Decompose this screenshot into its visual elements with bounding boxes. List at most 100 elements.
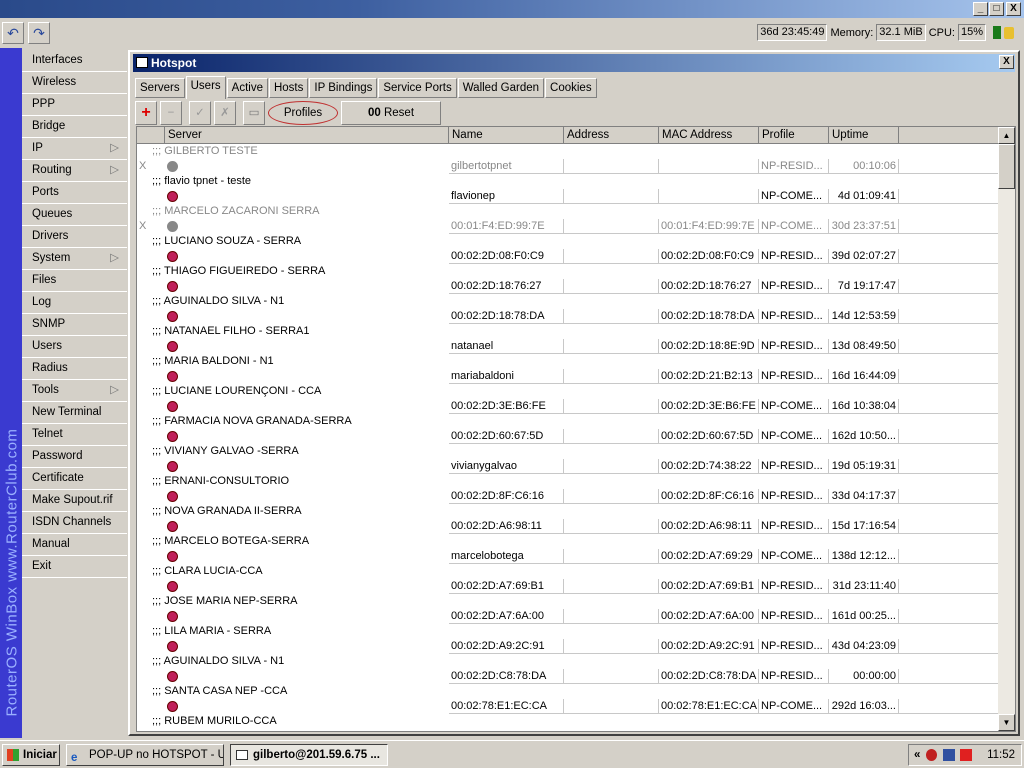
table-row[interactable]: Xgilbertotpnet NP-RESID... 00:10:06 (137, 159, 999, 174)
cell-profile: NP-RESID... (759, 249, 829, 264)
cell-profile: NP-COME... (759, 549, 829, 564)
cell-uptime: 14d 12:53:59 (829, 309, 899, 324)
tab-servers[interactable]: Servers (135, 78, 185, 98)
column-header-server[interactable]: Server (165, 127, 449, 144)
table-row[interactable]: mariabaldoni 00:02:2D:21:B2:13 NP-RESID...… (137, 369, 999, 384)
sidebar-item-snmp[interactable]: SNMP (22, 314, 127, 336)
start-button[interactable]: Iniciar (2, 744, 60, 766)
taskbar-item-winbox[interactable]: gilberto@201.59.6.75 ... (230, 744, 388, 766)
tab-bar: Servers Users Active Hosts IP Bindings Servic… (135, 76, 598, 99)
table-row[interactable]: natanael 00:02:2D:18:8E:9D NP-RESID... 13d … (137, 339, 999, 354)
comment-row: ;;; LUCIANO SOUZA - SERRA (152, 235, 302, 247)
scroll-down-icon[interactable]: ▼ (998, 714, 1015, 731)
sidebar-item-interfaces[interactable]: Interfaces (22, 50, 127, 72)
enable-button[interactable]: ✓ (189, 101, 211, 125)
sidebar-item-certificate[interactable]: Certificate (22, 468, 127, 490)
sidebar-item-queues[interactable]: Queues (22, 204, 127, 226)
hotspot-close-button[interactable]: X (999, 55, 1014, 69)
table-row[interactable]: 00:02:2D:60:67:5D 00:02:2D:60:67:5D NP-COM… (137, 429, 999, 444)
sidebar-item-log[interactable]: Log (22, 292, 127, 314)
tab-users[interactable]: Users (185, 76, 226, 99)
column-header-profile[interactable]: Profile (759, 127, 829, 144)
cell-profile: NP-RESID... (759, 159, 829, 174)
tab-cookies[interactable]: Cookies (545, 78, 597, 98)
scroll-thumb[interactable] (998, 144, 1015, 189)
cell-empty (899, 399, 999, 414)
vertical-scrollbar[interactable]: ▲ ▼ (998, 127, 1015, 731)
add-button[interactable]: + (135, 101, 157, 125)
sidebar-item-ports[interactable]: Ports (22, 182, 127, 204)
table-row[interactable]: marcelobotega 00:02:2D:A7:69:29 NP-COME...… (137, 549, 999, 564)
table-row[interactable]: 00:02:2D:A7:69:B1 00:02:2D:A7:69:B1 NP-RES… (137, 579, 999, 594)
close-button[interactable]: X (1006, 2, 1021, 16)
table-row[interactable]: 00:02:2D:A6:98:11 00:02:2D:A6:98:11 NP-RES… (137, 519, 999, 534)
sidebar-item-telnet[interactable]: Telnet (22, 424, 127, 446)
table-row[interactable]: 00:02:78:E1:EC:CA 00:02:78:E1:EC:CA NP-COM… (137, 699, 999, 714)
comment-button[interactable]: ▭ (243, 101, 265, 125)
sidebar-item-wireless[interactable]: Wireless (22, 72, 127, 94)
profiles-button[interactable]: Profiles (268, 101, 338, 125)
sidebar-item-system[interactable]: System ▷ (22, 248, 127, 270)
tab-walled-garden[interactable]: Walled Garden (457, 78, 545, 98)
sidebar-item-routing[interactable]: Routing ▷ (22, 160, 127, 182)
cell-profile: NP-COME... (759, 699, 829, 714)
cell-empty (165, 459, 449, 474)
redo-icon[interactable]: ↷ (28, 22, 50, 44)
sidebar-item-manual[interactable]: Manual (22, 534, 127, 556)
reset-counters-button[interactable]: 00 Reset Counters (341, 101, 441, 141)
sidebar-item-label: Files (32, 274, 57, 286)
table-row[interactable]: 00:02:2D:18:78:DA 00:02:2D:18:78:DA NP-RES… (137, 309, 999, 324)
cell-empty (564, 369, 659, 384)
cell-empty (165, 579, 449, 594)
table-row[interactable]: vivianygalvao 00:02:2D:74:38:22 NP-RESID..… (137, 459, 999, 474)
maximize-button[interactable]: □ (989, 2, 1004, 16)
sidebar-item-ip[interactable]: IP ▷ (22, 138, 127, 160)
column-header-name[interactable]: Name (449, 127, 564, 144)
sidebar-item-files[interactable]: Files (22, 270, 127, 292)
comment-row: ;;; AGUINALDO SILVA - N1 (152, 295, 285, 307)
table-row[interactable]: flavionep NP-COME... 4d 01:09:41 (137, 189, 999, 204)
minimize-button[interactable]: _ (973, 2, 988, 16)
cell-empty (165, 249, 449, 264)
table-row[interactable]: 00:02:2D:08:F0:C9 00:02:2D:08:F0:C9 NP-RES… (137, 249, 999, 264)
remove-button[interactable]: − (160, 101, 182, 125)
column-header-mac-address[interactable]: MAC Address (659, 127, 759, 144)
column-header-uptime[interactable]: Uptime (829, 127, 899, 144)
table-row[interactable]: 00:02:2D:18:76:27 00:02:2D:18:76:27 NP-RES… (137, 279, 999, 294)
table-row[interactable]: 00:02:2D:A7:6A:00 00:02:2D:A7:6A:00 NP-RES… (137, 609, 999, 624)
tray-expand-button[interactable]: « (914, 745, 920, 765)
cell-empty (564, 159, 659, 174)
chevron-right-icon: ▷ (110, 164, 119, 176)
tab-ip-bindings[interactable]: IP Bindings (309, 78, 378, 98)
list-toolbar: + − ✓ ✗ ▭ Profiles 00 Reset Counters (135, 101, 441, 141)
sidebar-item-new-terminal[interactable]: New Terminal (22, 402, 127, 424)
undo-icon[interactable]: ↶ (2, 22, 24, 44)
sidebar-item-bridge[interactable]: Bridge (22, 116, 127, 138)
table-row[interactable]: 00:02:2D:C8:78:DA 00:02:2D:C8:78:DA NP-RES… (137, 669, 999, 684)
disable-button[interactable]: ✗ (214, 101, 236, 125)
cell-empty (564, 699, 659, 714)
tab-active[interactable]: Active (226, 78, 268, 98)
tab-hosts[interactable]: Hosts (268, 78, 309, 98)
sidebar-item-tools[interactable]: Tools ▷ (22, 380, 127, 402)
sidebar-item-ppp[interactable]: PPP (22, 94, 127, 116)
sidebar-item-isdn-channels[interactable]: ISDN Channels (22, 512, 127, 534)
tab-service-ports[interactable]: Service Ports (378, 78, 457, 98)
sidebar-item-users[interactable]: Users (22, 336, 127, 358)
sidebar-item-password[interactable]: Password (22, 446, 127, 468)
cell-mac: 00:02:2D:08:F0:C9 (659, 249, 759, 264)
sidebar-item-drivers[interactable]: Drivers (22, 226, 127, 248)
taskbar-item-browser[interactable]: e POP-UP no HOTSPOT - U... (66, 744, 224, 766)
table-row[interactable]: 00:02:2D:A9:2C:91 00:02:2D:A9:2C:91 NP-RES… (137, 639, 999, 654)
table-row[interactable]: X 00:01:F4:ED:99:7E 00:01:F4:ED:99:7E NP-CO… (137, 219, 999, 234)
sidebar-item-exit[interactable]: Exit (22, 556, 127, 578)
sidebar-item-radius[interactable]: Radius (22, 358, 127, 380)
column-header-address[interactable]: Address (564, 127, 659, 144)
table-row[interactable]: 00:02:2D:3E:B6:FE 00:02:2D:3E:B6:FE NP-COM… (137, 399, 999, 414)
table-row[interactable]: 00:02:2D:8F:C6:16 00:02:2D:8F:C6:16 NP-RES… (137, 489, 999, 504)
reset-counters-icon: 00 (367, 107, 381, 119)
cell-empty (899, 489, 999, 504)
cell-empty (899, 639, 999, 654)
sidebar-item-make-supout-rif[interactable]: Make Supout.rif (22, 490, 127, 512)
scroll-up-icon[interactable]: ▲ (998, 127, 1015, 144)
